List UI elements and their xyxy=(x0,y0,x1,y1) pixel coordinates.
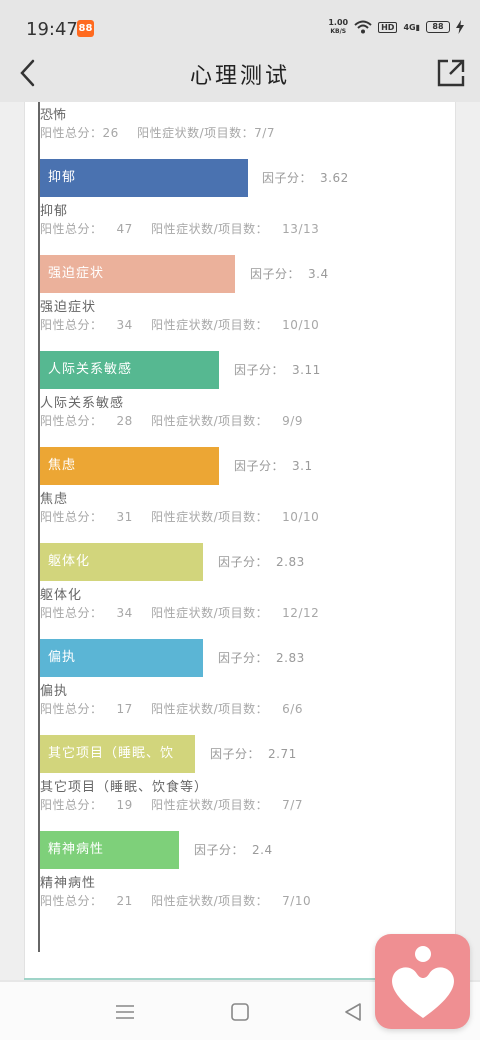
charging-icon xyxy=(456,20,464,34)
positive-ratio: 阳性症状数/项目数： 9/9 xyxy=(151,414,303,428)
factor-score: 因子分： 2.4 xyxy=(194,843,273,857)
item-detail: 阳性总分： 17 阳性症状数/项目数： 6/6 xyxy=(40,700,303,717)
total-score: 阳性总分： 34 xyxy=(40,606,133,620)
status-indicators: 1.00 KB/S HD 4G▮ 88 xyxy=(328,16,464,38)
total-score: 阳性总分： 47 xyxy=(40,222,133,236)
report-scroll-area[interactable]: 恐怖 阳性总分：26 阳性症状数/项目数：7/7 抑郁 因子分： 3.62 抑郁 … xyxy=(0,102,480,980)
positive-ratio: 阳性症状数/项目数： 6/6 xyxy=(151,702,303,716)
factor-bar: 精神病性 xyxy=(40,831,179,869)
item-detail: 阳性总分： 31 阳性症状数/项目数： 10/10 xyxy=(40,508,319,525)
app-notification-icon: 88 xyxy=(77,20,94,37)
total-score: 阳性总分：26 xyxy=(40,126,119,140)
factor-score: 因子分： 2.83 xyxy=(218,555,305,569)
item-name: 其它项目（睡眠、饮食等） xyxy=(40,780,209,795)
factor-bar: 焦虑 xyxy=(40,447,219,485)
page-title: 心理测试 xyxy=(189,64,290,89)
network-speed-unit: KB/S xyxy=(330,28,347,35)
item-name: 焦虑 xyxy=(40,492,69,507)
heart-person-icon xyxy=(392,946,454,1018)
total-score: 阳性总分： 19 xyxy=(40,798,133,812)
factor-score: 因子分： 3.11 xyxy=(234,363,321,377)
wifi-icon xyxy=(354,20,372,34)
item-detail: 阳性总分： 34 阳性症状数/项目数： 12/12 xyxy=(40,604,319,621)
triangle-back-icon[interactable] xyxy=(341,1000,365,1024)
factor-bar: 偏执 xyxy=(40,639,203,677)
item-name: 强迫症状 xyxy=(40,300,97,315)
app-header: 心理测试 xyxy=(0,44,480,102)
factor-bar: 人际关系敏感 xyxy=(40,351,219,389)
positive-ratio: 阳性症状数/项目数： 10/10 xyxy=(151,318,320,332)
item-detail: 阳性总分： 19 阳性症状数/项目数： 7/7 xyxy=(40,796,303,813)
signal-icon: 4G▮ xyxy=(403,22,420,32)
factor-bar: 躯体化 xyxy=(40,543,203,581)
signal-type: 4G xyxy=(403,22,416,32)
battery-icon: 88 xyxy=(426,21,450,33)
floating-heart-button[interactable] xyxy=(375,934,470,1029)
total-score: 阳性总分： 28 xyxy=(40,414,133,428)
factor-score: 因子分： 3.1 xyxy=(234,459,313,473)
status-bar: 19:47 88 1.00 KB/S HD 4G▮ 88 xyxy=(0,0,480,44)
factor-bar: 强迫症状 xyxy=(40,255,235,293)
factor-bar: 其它项目（睡眠、饮 xyxy=(40,735,195,773)
factor-score: 因子分： 2.83 xyxy=(218,651,305,665)
item-name: 恐怖 xyxy=(40,108,67,123)
positive-ratio: 阳性症状数/项目数： 10/10 xyxy=(151,510,320,524)
item-detail: 阳性总分： 28 阳性症状数/项目数： 9/9 xyxy=(40,412,303,429)
item-name: 偏执 xyxy=(40,684,69,699)
factor-score: 因子分： 2.71 xyxy=(210,747,297,761)
share-button[interactable] xyxy=(434,56,468,90)
hd-icon: HD xyxy=(378,21,398,33)
network-speed-value: 1.00 xyxy=(328,18,349,27)
item-name: 人际关系敏感 xyxy=(40,396,125,411)
status-time: 19:47 xyxy=(26,19,78,40)
total-score: 阳性总分： 34 xyxy=(40,318,133,332)
total-score: 阳性总分： 31 xyxy=(40,510,133,524)
factor-score: 因子分： 3.4 xyxy=(250,267,329,281)
factor-bar: 抑郁 xyxy=(40,159,248,197)
positive-ratio: 阳性症状数/项目数：7/7 xyxy=(137,126,275,140)
item-detail: 阳性总分： 34 阳性症状数/项目数： 10/10 xyxy=(40,316,319,333)
item-detail: 阳性总分： 21 阳性症状数/项目数： 7/10 xyxy=(40,892,311,909)
total-score: 阳性总分： 21 xyxy=(40,894,133,908)
positive-ratio: 阳性症状数/项目数：7/7 xyxy=(151,798,303,812)
item-name: 精神病性 xyxy=(40,876,97,891)
item-detail: 阳性总分： 47 阳性症状数/项目数： 13/13 xyxy=(40,220,319,237)
item-detail: 阳性总分：26 阳性症状数/项目数：7/7 xyxy=(40,124,275,141)
item-name: 躯体化 xyxy=(40,588,83,603)
item-name: 抑郁 xyxy=(40,204,69,219)
positive-ratio: 阳性症状数/项目数： 13/13 xyxy=(151,222,320,236)
total-score: 阳性总分： 17 xyxy=(40,702,133,716)
factor-score: 因子分： 3.62 xyxy=(262,171,349,185)
positive-ratio: 阳性症状数/项目数： 7/10 xyxy=(151,894,312,908)
network-speed: 1.00 KB/S xyxy=(328,18,348,36)
menu-icon[interactable] xyxy=(113,1000,137,1024)
positive-ratio: 阳性症状数/项目数： 12/12 xyxy=(151,606,320,620)
home-square-icon[interactable] xyxy=(228,1000,252,1024)
